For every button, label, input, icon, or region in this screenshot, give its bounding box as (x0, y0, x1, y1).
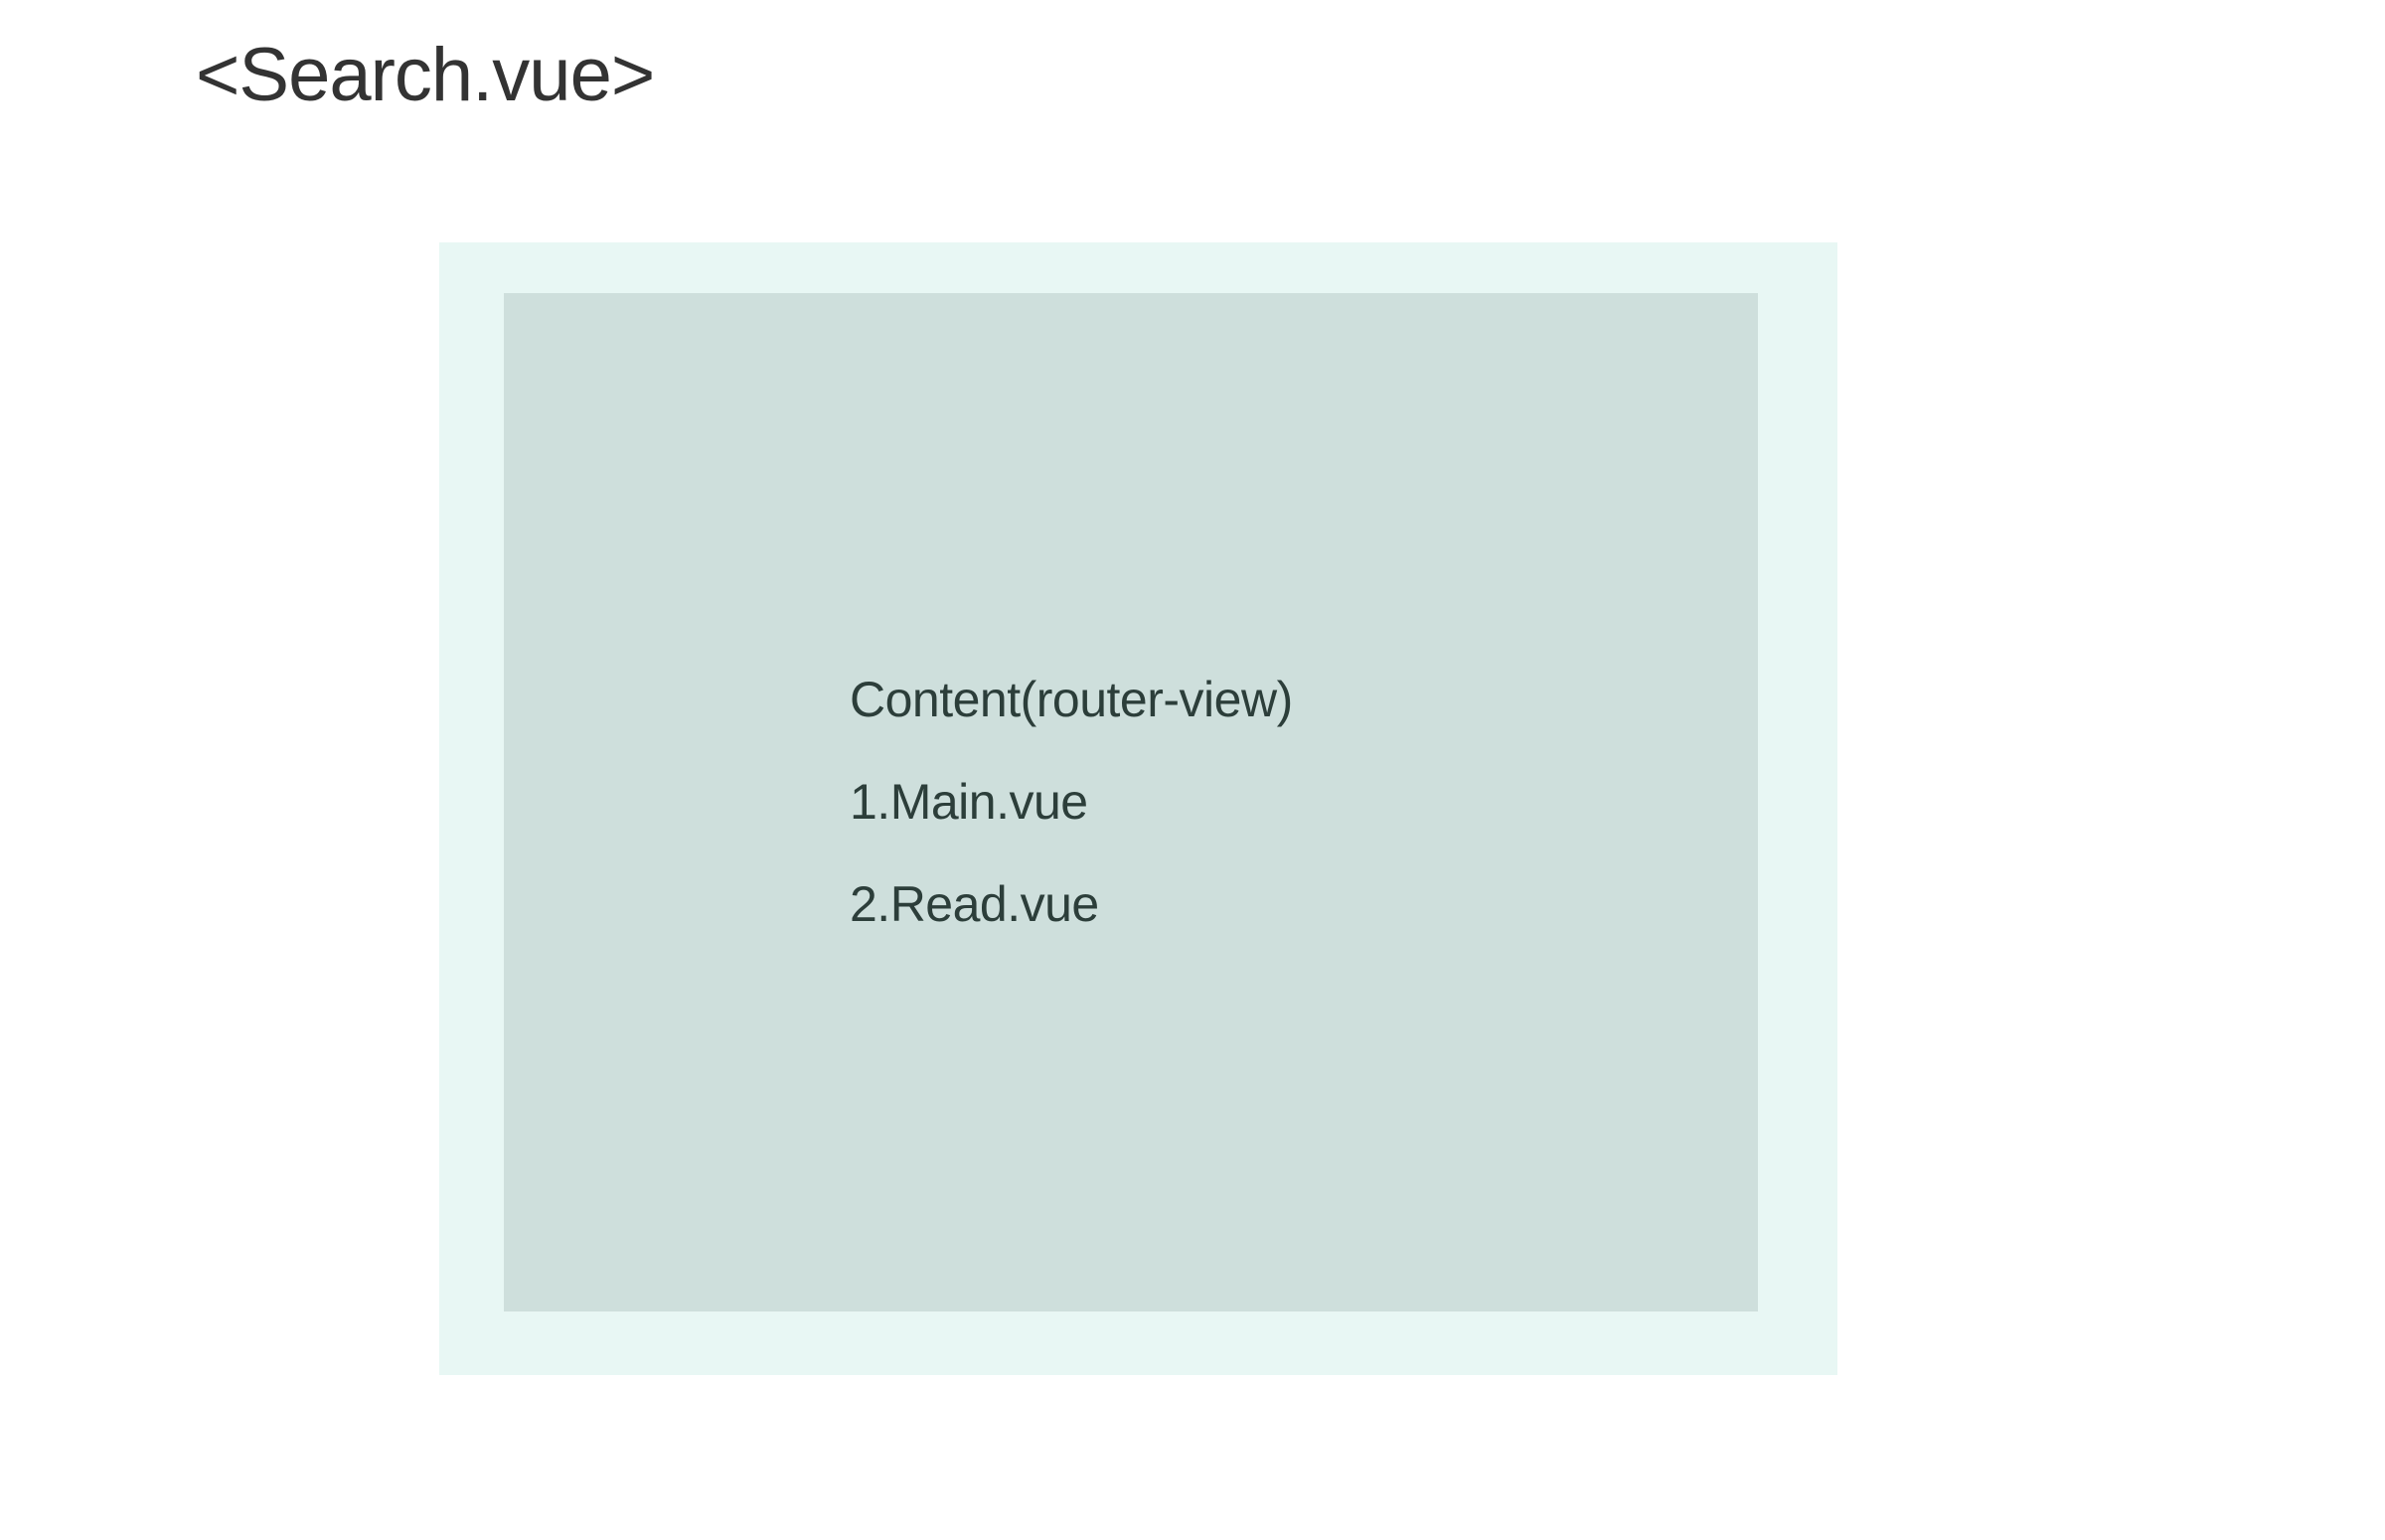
content-heading: Content(router-view) (850, 672, 1293, 727)
diagram-canvas: <Search.vue> Content(router-view) 1.Main… (0, 0, 2385, 1540)
content-text-block: Content(router-view) 1.Main.vue 2.Read.v… (850, 664, 1293, 971)
content-item-read: 2.Read.vue (850, 876, 1099, 932)
page-title: <Search.vue> (196, 33, 655, 117)
content-item-main: 1.Main.vue (850, 774, 1088, 830)
